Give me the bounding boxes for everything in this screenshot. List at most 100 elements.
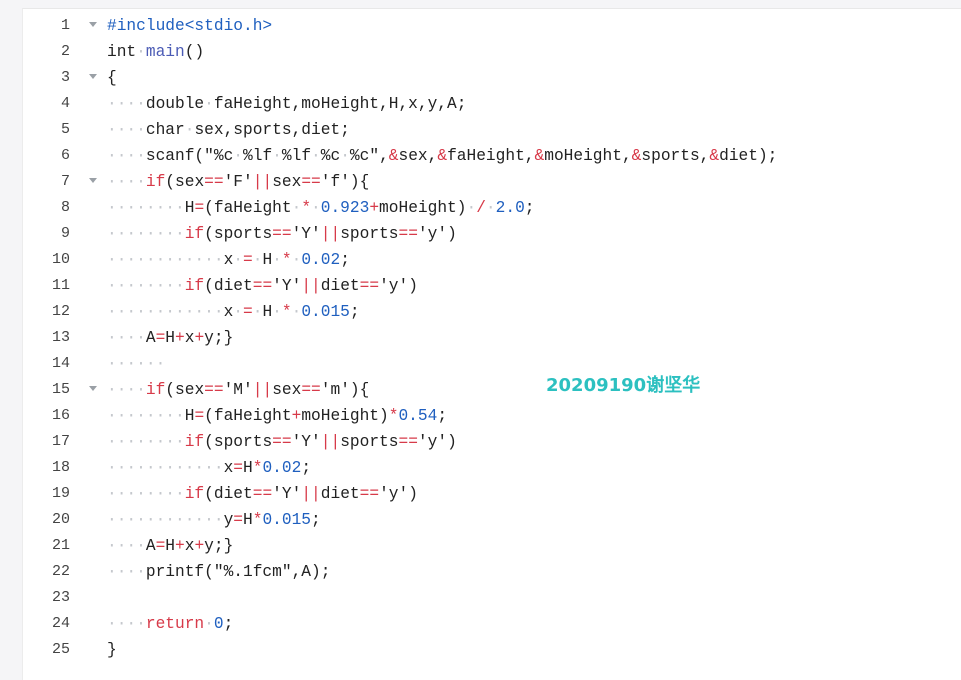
code-token: 'Y': [291, 433, 321, 451]
code-token: =: [233, 511, 244, 529]
code-text[interactable]: ····double·faHeight,moHeight,H,x,y,A;: [107, 91, 466, 117]
whitespace-marker: ····: [107, 173, 146, 191]
code-token: return: [145, 615, 205, 633]
code-line[interactable]: 16 ········H=(faHeight+moHeight)*0.54;: [23, 403, 961, 429]
code-line[interactable]: 3{: [23, 65, 961, 91]
code-token: +: [175, 329, 185, 347]
code-text[interactable]: ····if(sex=='M'||sex=='m'){: [107, 377, 369, 403]
code-token: faHeight,moHeight,H,x,y,A;: [213, 95, 467, 113]
code-text[interactable]: ····return·0;: [107, 611, 233, 637]
code-text[interactable]: ····if(sex=='F'||sex=='f'){: [107, 169, 369, 195]
code-editor[interactable]: 1 #include<stdio.h> 2 int·main() 3{4 ····doub…: [22, 8, 961, 680]
fold-arrow-icon[interactable]: [89, 386, 97, 391]
code-text[interactable]: }: [107, 637, 117, 663]
code-text[interactable]: ········if(sports=='Y'||sports=='y'): [107, 429, 457, 455]
code-token: =: [243, 251, 253, 269]
code-text[interactable]: ····A=H+x+y;}: [107, 533, 233, 559]
code-line[interactable]: 22 ····printf("%.1fcm",A);: [23, 559, 961, 585]
code-text[interactable]: ········H=(faHeight+moHeight)*0.54;: [107, 403, 447, 429]
whitespace-marker: ········: [107, 277, 185, 295]
code-token: A: [145, 537, 156, 555]
code-line[interactable]: 1 #include<stdio.h>: [23, 13, 961, 39]
code-text[interactable]: ····scanf("%c·%lf·%lf·%c·%c",&sex,&faHei…: [107, 143, 777, 169]
fold-arrow-icon[interactable]: [89, 22, 97, 27]
code-line[interactable]: 20 ············y=H*0.015;: [23, 507, 961, 533]
whitespace-marker: ·: [311, 147, 321, 165]
code-line[interactable]: 21 ····A=H+x+y;}: [23, 533, 961, 559]
whitespace-marker: ·: [466, 199, 477, 217]
fold-arrow-icon[interactable]: [89, 74, 97, 79]
code-token: ||: [252, 173, 273, 191]
code-token: if: [145, 381, 166, 399]
code-line[interactable]: 10 ············x·=·H·*·0.02;: [23, 247, 961, 273]
code-text[interactable]: ····char·sex,sports,diet;: [107, 117, 350, 143]
code-line[interactable]: 11 ········if(diet=='Y'||diet=='y'): [23, 273, 961, 299]
code-token: faHeight,: [447, 147, 535, 165]
code-token: sports: [340, 225, 399, 243]
line-number: 25: [51, 641, 70, 658]
code-line[interactable]: 14 ······: [23, 351, 961, 377]
code-token: =: [155, 537, 166, 555]
code-text[interactable]: ········H=(faHeight·*·0.923+moHeight)·/·…: [107, 195, 535, 221]
code-text[interactable]: ············x·=·H·*·0.02;: [107, 247, 350, 273]
code-line[interactable]: 25}: [23, 637, 961, 663]
line-number: 15: [51, 381, 70, 398]
fold-arrow-icon[interactable]: [89, 178, 97, 183]
code-token: A: [145, 329, 156, 347]
code-token: }: [107, 641, 117, 659]
code-token: double: [145, 95, 205, 113]
code-line[interactable]: 24 ····return·0;: [23, 611, 961, 637]
code-token: ||: [301, 485, 321, 503]
whitespace-marker: ····: [107, 563, 146, 581]
code-token: 'M': [223, 381, 253, 399]
code-line[interactable]: 18 ············x=H*0.02;: [23, 455, 961, 481]
whitespace-marker: ·: [233, 303, 244, 321]
code-lines[interactable]: 1 #include<stdio.h> 2 int·main() 3{4 ····doub…: [23, 13, 961, 663]
code-token: sports: [340, 433, 399, 451]
code-token: 'f'){: [320, 173, 370, 191]
code-text[interactable]: ······: [107, 351, 165, 377]
code-line[interactable]: 6 ····scanf("%c·%lf·%lf·%c·%c",&sex,&faHe…: [23, 143, 961, 169]
code-line[interactable]: 9 ········if(sports=='Y'||sports=='y'): [23, 221, 961, 247]
code-token: 0.923: [320, 199, 370, 217]
code-token: if: [145, 173, 166, 191]
code-text[interactable]: ········if(diet=='Y'||diet=='y'): [107, 273, 418, 299]
code-line[interactable]: 23: [23, 585, 961, 611]
code-text[interactable]: ····A=H+x+y;}: [107, 325, 233, 351]
code-token: 'y'): [417, 225, 457, 243]
code-text[interactable]: ············y=H*0.015;: [107, 507, 321, 533]
code-line[interactable]: 12 ············x·=·H·*·0.015;: [23, 299, 961, 325]
code-token: moHeight): [301, 407, 389, 425]
code-token: 0.02: [262, 459, 302, 477]
code-line[interactable]: 4 ····double·faHeight,moHeight,H,x,y,A;: [23, 91, 961, 117]
whitespace-marker: ·: [233, 251, 244, 269]
code-token: ==: [398, 433, 418, 451]
code-token: ||: [320, 433, 341, 451]
whitespace-marker: ·: [311, 199, 321, 217]
code-token: &: [534, 147, 545, 165]
code-text[interactable]: int·main(): [107, 39, 204, 65]
code-text[interactable]: ········if(sports=='Y'||sports=='y'): [107, 221, 457, 247]
code-text[interactable]: #include<stdio.h>: [107, 13, 272, 39]
code-line[interactable]: 17 ········if(sports=='Y'||sports=='y'): [23, 429, 961, 455]
code-token: %c",: [349, 147, 389, 165]
code-text[interactable]: ············x=H*0.02;: [107, 455, 311, 481]
code-line[interactable]: 8 ········H=(faHeight·*·0.923+moHeight)·/…: [23, 195, 961, 221]
code-token: sex,sports,diet;: [194, 121, 350, 139]
whitespace-marker: ····: [107, 147, 146, 165]
code-line[interactable]: 19 ········if(diet=='Y'||diet=='y'): [23, 481, 961, 507]
code-line[interactable]: 5 ····char·sex,sports,diet;: [23, 117, 961, 143]
code-line[interactable]: 2 int·main(): [23, 39, 961, 65]
code-line[interactable]: 15 ····if(sex=='M'||sex=='m'){: [23, 377, 961, 403]
code-text[interactable]: ········if(diet=='Y'||diet=='y'): [107, 481, 418, 507]
code-text[interactable]: {: [107, 65, 117, 91]
code-text[interactable]: ············x·=·H·*·0.015;: [107, 299, 360, 325]
code-text[interactable]: ····printf("%.1fcm",A);: [107, 559, 330, 585]
code-token: x: [184, 329, 195, 347]
code-line[interactable]: 7 ····if(sex=='F'||sex=='f'){: [23, 169, 961, 195]
code-line[interactable]: 13 ····A=H+x+y;}: [23, 325, 961, 351]
code-token: ==: [204, 381, 224, 399]
code-token: H: [165, 537, 176, 555]
code-token: &: [709, 147, 720, 165]
whitespace-marker: ····: [107, 329, 146, 347]
